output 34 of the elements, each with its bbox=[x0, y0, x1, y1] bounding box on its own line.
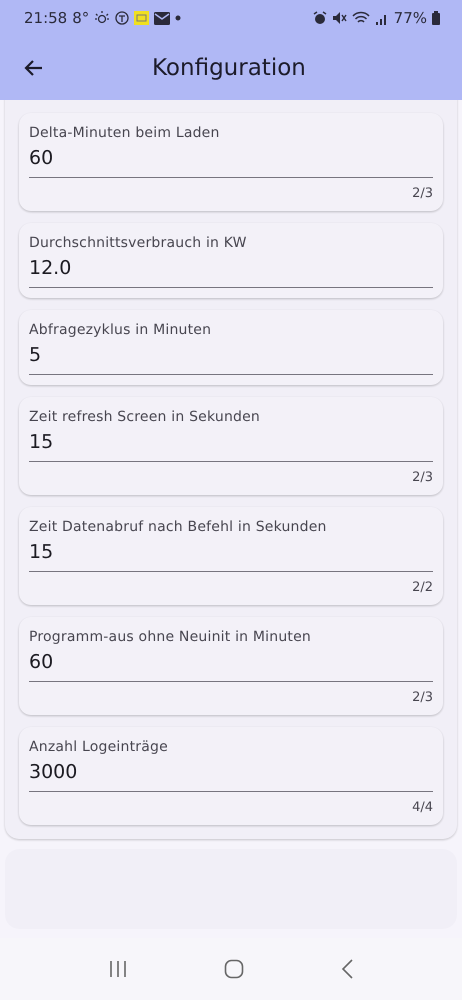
recent-apps-button[interactable] bbox=[108, 960, 128, 978]
field-label: Zeit Datenabruf nach Befehl in Sekunden bbox=[29, 519, 328, 535]
notification-icon bbox=[134, 11, 150, 25]
input-field[interactable]: 15 bbox=[29, 425, 433, 462]
input-field[interactable]: 60 bbox=[29, 645, 433, 682]
mail-icon bbox=[154, 12, 170, 24]
field-label: Anzahl Logeinträge bbox=[29, 739, 169, 755]
field-label: Delta-Minuten beim Laden bbox=[29, 125, 221, 141]
input-field[interactable]: 15 bbox=[29, 535, 433, 572]
input-field[interactable]: 12.0 bbox=[29, 251, 433, 288]
dot-icon bbox=[175, 15, 182, 21]
wifi-icon bbox=[352, 11, 370, 25]
home-button[interactable] bbox=[224, 959, 244, 979]
character-counter: 4/4 bbox=[412, 800, 433, 815]
battery-icon bbox=[432, 11, 440, 25]
status-time: 21:58 bbox=[24, 9, 68, 27]
input-field[interactable]: 3000 bbox=[29, 755, 433, 792]
weather-icon bbox=[94, 10, 110, 26]
character-counter: 2/2 bbox=[412, 580, 433, 595]
field-label: Programm-aus ohne Neuinit in Minuten bbox=[29, 629, 312, 645]
field-label: Durchschnittsverbrauch in KW bbox=[29, 235, 248, 251]
field-label: Abfragezyklus in Minuten bbox=[29, 322, 212, 338]
field-label: Zeit refresh Screen in Sekunden bbox=[29, 409, 261, 425]
alarm-icon bbox=[312, 11, 327, 25]
mute-icon bbox=[332, 11, 347, 25]
character-counter: 2/3 bbox=[412, 690, 433, 705]
back-nav-button[interactable] bbox=[340, 959, 354, 979]
page-title: Konfiguration bbox=[152, 55, 306, 81]
status-temperature: 8° bbox=[72, 9, 90, 27]
character-counter: 2/3 bbox=[412, 186, 433, 201]
input-field[interactable]: 60 bbox=[29, 141, 433, 178]
input-field[interactable]: 5 bbox=[29, 338, 433, 375]
battery-percentage: 77% bbox=[394, 9, 427, 27]
character-counter: 2/3 bbox=[412, 470, 433, 485]
